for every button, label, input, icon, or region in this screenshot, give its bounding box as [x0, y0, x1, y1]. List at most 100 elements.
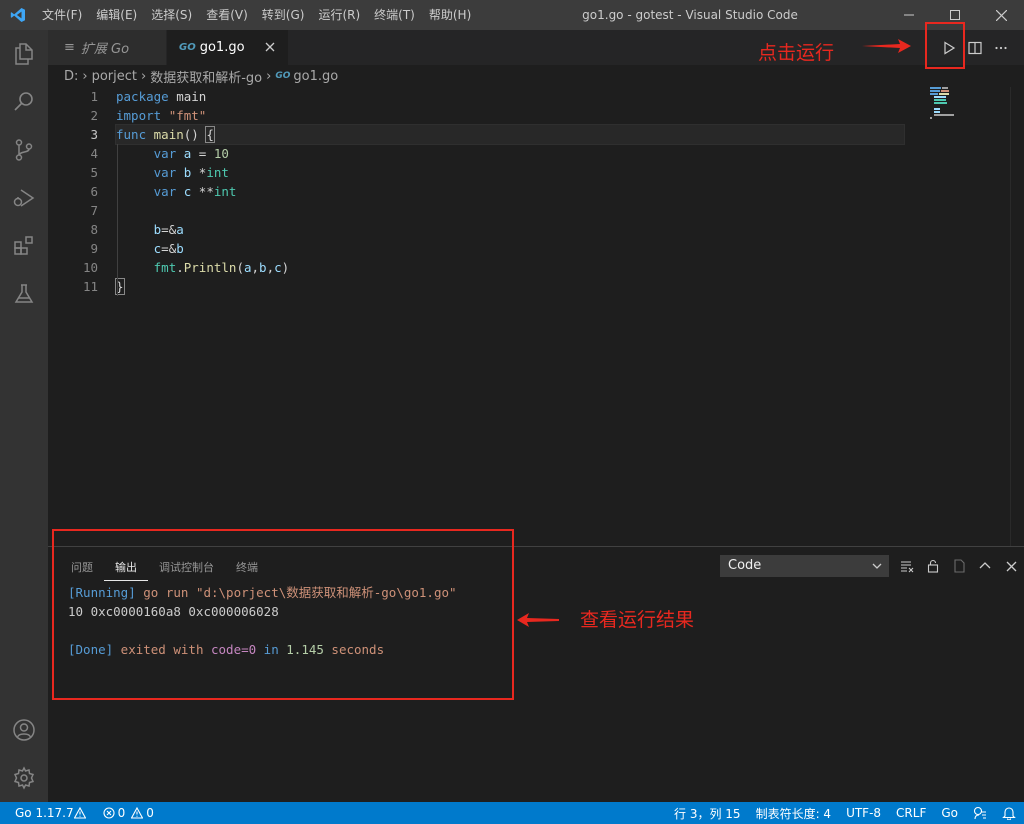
line-number: 11: [82, 279, 98, 294]
go-file-icon: GO: [275, 71, 291, 81]
breadcrumb-file[interactable]: go1.go: [293, 69, 338, 84]
line-number: 6: [90, 184, 98, 199]
breadcrumb-folder[interactable]: porject: [92, 69, 137, 84]
explorer-icon[interactable]: [0, 30, 48, 78]
code-line: fmt.Println(a,b,c): [153, 260, 290, 275]
close-window-button[interactable]: [978, 0, 1024, 30]
output-channel-value: Code: [728, 558, 762, 573]
source-control-icon[interactable]: [0, 126, 48, 174]
extensions-icon[interactable]: [0, 222, 48, 270]
testing-icon[interactable]: [0, 270, 48, 318]
editor-scrollbar[interactable]: [1010, 87, 1024, 546]
code-line: b=&a: [153, 222, 184, 237]
line-number: 7: [90, 203, 98, 218]
maximize-icon: [950, 10, 960, 20]
vscode-logo-icon: [0, 0, 35, 30]
tab-extension-go[interactable]: ≡ 扩展 Go: [48, 30, 166, 65]
bell-icon: [1002, 807, 1016, 820]
clear-list-icon: [901, 561, 914, 573]
split-editor-button[interactable]: [962, 30, 988, 65]
output-channel-select[interactable]: Code: [720, 555, 889, 577]
ellipsis-icon: [995, 46, 1007, 49]
code-line: import "fmt": [116, 108, 207, 123]
run-debug-icon[interactable]: [0, 174, 48, 222]
code-line: }: [115, 278, 125, 295]
tab-close-button[interactable]: [262, 39, 278, 55]
menu-terminal[interactable]: 终端(T): [367, 0, 422, 30]
activity-bar: [0, 30, 48, 802]
chevron-right-icon: ›: [141, 68, 147, 84]
code-line: package main: [116, 89, 207, 104]
tab-size-status[interactable]: 制表符长度: 4: [756, 805, 832, 822]
output-highlight: [52, 529, 514, 700]
error-icon: [103, 807, 115, 819]
preview-icon: ≡: [64, 40, 75, 55]
feedback-button[interactable]: [973, 806, 987, 820]
menu-selection[interactable]: 选择(S): [144, 0, 199, 30]
line-number-gutter: 1 2 3 4 5 6 7 8 9 10 11: [48, 87, 98, 296]
manage-gear-icon[interactable]: [0, 754, 48, 802]
code-lines[interactable]: package main import "fmt" func main() { …: [115, 87, 905, 296]
error-count: 0: [117, 806, 126, 820]
open-log-button[interactable]: [946, 555, 972, 577]
warning-icon: [131, 807, 144, 819]
menu-run[interactable]: 运行(R): [311, 0, 367, 30]
indent-guide: [117, 144, 118, 296]
result-annotation-label: 查看运行结果: [580, 609, 695, 631]
code-editor[interactable]: 1 2 3 4 5 6 7 8 9 10 11 package main imp…: [48, 87, 1024, 546]
run-annotation-label: 点击运行: [758, 42, 835, 64]
search-icon[interactable]: [0, 78, 48, 126]
problems-status[interactable]: 0 0: [103, 806, 154, 820]
menu-help[interactable]: 帮助(H): [422, 0, 478, 30]
code-line: var a = 10: [153, 146, 229, 161]
notifications-button[interactable]: [1002, 806, 1016, 820]
language-mode-status[interactable]: Go: [941, 806, 958, 820]
clear-output-button[interactable]: [894, 555, 920, 577]
eol-status[interactable]: CRLF: [896, 806, 926, 820]
breadcrumb-drive[interactable]: D:: [64, 69, 78, 84]
panel-actions: [894, 555, 1024, 577]
go-version-status[interactable]: Go 1.17.7: [15, 806, 86, 820]
warning-count: 0: [146, 806, 154, 820]
go-file-icon: GO: [179, 42, 196, 53]
panel-scrollbar[interactable]: [1010, 677, 1024, 803]
split-editor-icon: [968, 41, 982, 54]
line-number: 8: [90, 222, 98, 237]
minimap[interactable]: [930, 87, 1010, 546]
breadcrumb: D: › porject › 数据获取和解析-go › GO go1.go: [48, 65, 1024, 87]
arrow-right-icon: [862, 39, 911, 53]
code-line: c=&b: [153, 241, 184, 256]
line-number: 2: [90, 108, 98, 123]
lock-scroll-button[interactable]: [920, 555, 946, 577]
menu-view[interactable]: 查看(V): [199, 0, 255, 30]
code-line: var b *int: [153, 165, 229, 180]
chevron-right-icon: ›: [82, 68, 88, 84]
maximize-panel-button[interactable]: [972, 555, 998, 577]
run-button-highlight: [925, 22, 965, 69]
encoding-status[interactable]: UTF-8: [846, 806, 881, 820]
breadcrumb-project[interactable]: 数据获取和解析-go: [150, 67, 262, 86]
line-number: 4: [90, 146, 98, 161]
feedback-icon: [973, 806, 986, 820]
line-number: 5: [90, 165, 98, 180]
menu-edit[interactable]: 编辑(E): [89, 0, 144, 30]
title-bar: 文件(F) 编辑(E) 选择(S) 查看(V) 转到(G) 运行(R) 终端(T…: [0, 0, 1024, 30]
menu-go[interactable]: 转到(G): [255, 0, 312, 30]
cursor-position-status[interactable]: 行 3，列 15: [674, 805, 741, 822]
code-line: var c **int: [153, 184, 237, 199]
document-icon: [954, 559, 965, 573]
menu-file[interactable]: 文件(F): [35, 0, 89, 30]
window-title: go1.go - gotest - Visual Studio Code: [582, 8, 798, 22]
tab-go1-go[interactable]: GO go1.go: [167, 30, 288, 65]
chevron-down-icon: [871, 555, 883, 585]
chevron-right-icon: ›: [266, 68, 272, 84]
go-version: Go 1.17.7: [15, 806, 74, 820]
lock-icon: [927, 559, 939, 573]
tab-label: go1.go: [199, 40, 245, 55]
account-icon[interactable]: [0, 706, 48, 754]
more-actions-button[interactable]: [988, 30, 1014, 65]
line-number: 10: [82, 260, 98, 275]
menu-bar: 文件(F) 编辑(E) 选择(S) 查看(V) 转到(G) 运行(R) 终端(T…: [35, 0, 478, 30]
close-panel-button[interactable]: [998, 555, 1024, 577]
